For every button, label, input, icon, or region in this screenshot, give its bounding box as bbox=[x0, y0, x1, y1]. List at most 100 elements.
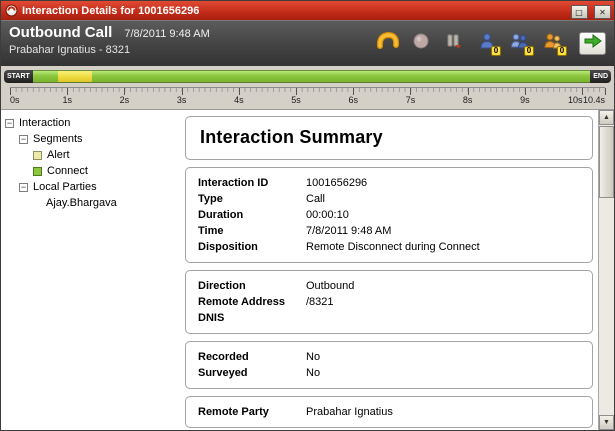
ruler-labels: 0s 1s 2s 3s 4s 5s 6s 7s 8s 9s 10s 10.4s bbox=[10, 95, 605, 107]
collapse-icon[interactable]: − bbox=[5, 119, 14, 128]
kv-row: Duration00:00:10 bbox=[198, 207, 580, 223]
coach-count-badge: 0 bbox=[557, 46, 567, 56]
tree-item-local-party[interactable]: Ajay.Bhargava bbox=[5, 195, 177, 211]
summary-title-box: Interaction Summary bbox=[185, 116, 593, 160]
call-timestamp: 7/8/2011 9:48 AM bbox=[124, 28, 209, 40]
field-value bbox=[306, 310, 580, 326]
kv-row: Remote PartyPrabahar Ignatius bbox=[198, 404, 580, 420]
vertical-scrollbar: ▲ ▼ bbox=[598, 110, 614, 430]
kv-row: RecordedNo bbox=[198, 349, 580, 365]
tree-item-alert[interactable]: Alert bbox=[5, 147, 177, 163]
tree-label: Interaction bbox=[19, 117, 70, 129]
interaction-details-window: Interaction Details for 1001656296 □ ✕ O… bbox=[0, 0, 615, 431]
tick-label: 9s bbox=[520, 95, 530, 105]
call-info: Outbound Call 7/8/2011 9:48 AM Prabahar … bbox=[9, 24, 210, 62]
scrollbar-track[interactable] bbox=[599, 199, 614, 415]
tree-item-local-parties[interactable]: − Local Parties bbox=[5, 179, 177, 195]
field-label: Interaction ID bbox=[198, 175, 306, 191]
field-value: /8321 bbox=[306, 294, 580, 310]
kv-row: Time7/8/2011 9:48 AM bbox=[198, 223, 580, 239]
kv-row: TypeCall bbox=[198, 191, 580, 207]
call-header: Outbound Call 7/8/2011 9:48 AM Prabahar … bbox=[1, 20, 614, 66]
collapse-icon[interactable]: − bbox=[19, 183, 28, 192]
tick-label: 3s bbox=[177, 95, 187, 105]
scrollbar-thumb[interactable] bbox=[599, 126, 614, 198]
tick-label: 10.4s bbox=[583, 95, 605, 105]
timeline-ruler: 0s 1s 2s 3s 4s 5s 6s 7s 8s 9s 10s 10.4s bbox=[10, 87, 605, 107]
pickup-button[interactable] bbox=[375, 31, 401, 55]
tree-label: Alert bbox=[47, 149, 70, 161]
transfer-button[interactable] bbox=[579, 32, 606, 55]
tick-label: 6s bbox=[349, 95, 359, 105]
field-label: Remote Party bbox=[198, 404, 306, 420]
tree-item-connect[interactable]: Connect bbox=[5, 163, 177, 179]
kv-row: DirectionOutbound bbox=[198, 278, 580, 294]
kv-row: Remote Address/8321 bbox=[198, 294, 580, 310]
field-value: No bbox=[306, 349, 580, 365]
record-button[interactable] bbox=[408, 31, 434, 55]
timeline-end-label: END bbox=[590, 70, 611, 83]
tick-label: 1s bbox=[62, 95, 72, 105]
tree-item-segments[interactable]: − Segments bbox=[5, 131, 177, 147]
tick-label: 4s bbox=[234, 95, 244, 105]
field-label: Surveyed bbox=[198, 365, 306, 381]
tree-label: Ajay.Bhargava bbox=[46, 197, 117, 209]
field-label: Disposition bbox=[198, 239, 306, 255]
scroll-down-icon: ▼ bbox=[603, 419, 610, 426]
join-count-badge: 0 bbox=[524, 46, 534, 56]
tick-label: 0s bbox=[10, 95, 20, 105]
scroll-up-icon: ▲ bbox=[603, 114, 610, 121]
content-area: − Interaction − Segments Alert Connect −… bbox=[1, 109, 614, 430]
field-label: Time bbox=[198, 223, 306, 239]
coach-button[interactable]: 0 bbox=[540, 31, 566, 55]
maximize-button[interactable]: □ bbox=[571, 5, 588, 19]
field-label: Direction bbox=[198, 278, 306, 294]
call-toolbar: 0 0 bbox=[375, 24, 606, 62]
collapse-icon[interactable]: − bbox=[19, 135, 28, 144]
record-icon bbox=[412, 32, 430, 55]
field-value: Outbound bbox=[306, 278, 580, 294]
field-value: 1001656296 bbox=[306, 175, 580, 191]
tick-label: 8s bbox=[463, 95, 473, 105]
summary-pane: Interaction Summary Interaction ID100165… bbox=[179, 110, 598, 430]
kv-row: SurveyedNo bbox=[198, 365, 580, 381]
tick-label: 7s bbox=[406, 95, 416, 105]
ruler-ticks bbox=[10, 87, 605, 94]
scroll-down-button[interactable]: ▼ bbox=[599, 415, 614, 430]
field-label: DNIS bbox=[198, 310, 306, 326]
summary-section-direction: DirectionOutbound Remote Address/8321 DN… bbox=[185, 270, 593, 334]
field-value: Remote Disconnect during Connect bbox=[306, 239, 580, 255]
field-label: Type bbox=[198, 191, 306, 207]
tree-label: Local Parties bbox=[33, 181, 97, 193]
timeline-track bbox=[33, 70, 590, 83]
pause-button[interactable] bbox=[441, 31, 467, 55]
window-controls: □ ✕ bbox=[569, 2, 611, 20]
timeline-start-label: START bbox=[4, 70, 33, 83]
timeline-area: START END 0s 1s bbox=[1, 66, 614, 109]
summary-title: Interaction Summary bbox=[200, 127, 383, 147]
field-label: Recorded bbox=[198, 349, 306, 365]
tick-label: 5s bbox=[291, 95, 301, 105]
window-title: Interaction Details for 1001656296 bbox=[22, 5, 569, 17]
field-value: Call bbox=[306, 191, 580, 207]
summary-section-remote-party: Remote PartyPrabahar Ignatius bbox=[185, 396, 593, 428]
phone-icon bbox=[376, 31, 400, 56]
scroll-up-button[interactable]: ▲ bbox=[599, 110, 614, 125]
field-value: 7/8/2011 9:48 AM bbox=[306, 223, 580, 239]
summary-section-recording: RecordedNo SurveyedNo bbox=[185, 341, 593, 389]
join-button[interactable]: 0 bbox=[507, 31, 533, 55]
field-value: Prabahar Ignatius bbox=[306, 404, 580, 420]
tree-item-interaction[interactable]: − Interaction bbox=[5, 115, 177, 131]
remote-party-label: Prabahar Ignatius - 8321 bbox=[9, 44, 210, 56]
connect-segment-icon bbox=[33, 167, 42, 176]
tree-label: Connect bbox=[47, 165, 88, 177]
tick-label: 10s bbox=[568, 95, 583, 105]
field-value: No bbox=[306, 365, 580, 381]
summary-section-general: Interaction ID1001656296 TypeCall Durati… bbox=[185, 167, 593, 263]
titlebar: Interaction Details for 1001656296 □ ✕ bbox=[1, 1, 614, 20]
interaction-tree: − Interaction − Segments Alert Connect −… bbox=[1, 110, 179, 430]
pause-icon bbox=[445, 32, 463, 55]
close-button[interactable]: ✕ bbox=[594, 5, 611, 19]
listen-button[interactable]: 0 bbox=[474, 31, 500, 55]
field-value: 00:00:10 bbox=[306, 207, 580, 223]
